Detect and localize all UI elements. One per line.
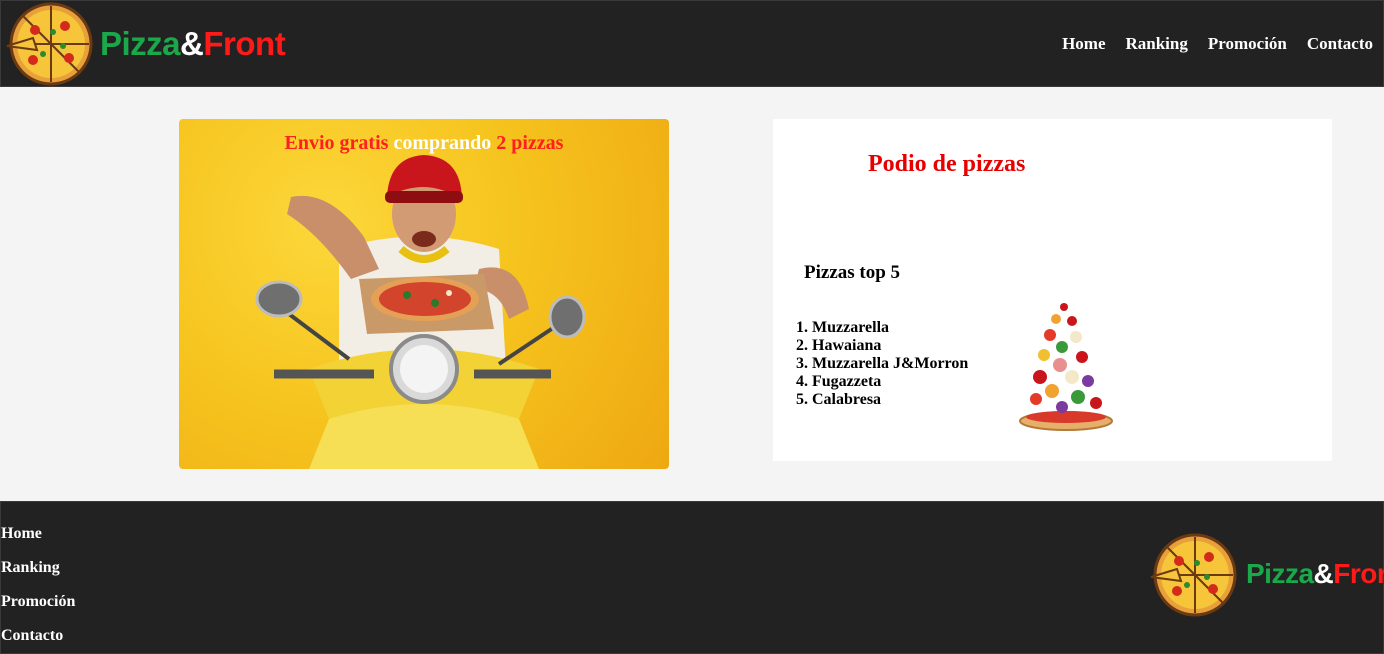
promo-title-part3: 2 pizzas [496, 132, 564, 154]
nav-promocion[interactable]: Promoción [1208, 34, 1287, 54]
logo-text-pizza: Pizza [1246, 558, 1314, 589]
pizza-logo-icon [6, 2, 93, 86]
site-footer: Home Ranking Promoción Contacto Pizza&Fr… [0, 501, 1384, 654]
logo-text-front: Front [1333, 558, 1384, 589]
logo-text: Pizza&Front [100, 25, 286, 63]
list-item: 2. Hawaiana [796, 337, 882, 354]
site-header: Pizza&Front Home Ranking Promoción Conta… [0, 0, 1384, 87]
pizza-ingredients-icon [1019, 303, 1113, 431]
logo-text: Pizza&Front [1246, 558, 1384, 590]
main-nav: Home Ranking Promoción Contacto [1062, 34, 1373, 54]
promo-card: Envio gratis comprando 2 pizzas [179, 119, 669, 469]
nav-ranking[interactable]: Ranking [1126, 34, 1188, 54]
footer-nav: Home Ranking Promoción Contacto [1, 517, 75, 653]
top5-list: 1. Muzzarella 2. Hawaiana 3. Muzzarella … [796, 319, 968, 409]
list-item: 4. Fugazzeta [796, 373, 882, 390]
list-item: 3. Muzzarella J&Morron [796, 355, 969, 372]
podium-title: Podio de pizzas [868, 151, 1026, 177]
promo-title: Envio gratis comprando 2 pizzas [217, 132, 631, 155]
logo-text-front: Front [203, 25, 286, 62]
podium-card: Podio de pizzas Pizzas top 5 1. Muzzarel… [773, 119, 1332, 461]
top5-heading: Pizzas top 5 [804, 262, 901, 283]
logo-text-amp: & [1313, 558, 1334, 589]
footer-link-contacto[interactable]: Contacto [1, 619, 75, 653]
logo-text-pizza: Pizza [100, 25, 181, 62]
logo-text-amp: & [180, 25, 204, 62]
list-item: 1. Muzzarella [796, 319, 890, 336]
nav-home[interactable]: Home [1062, 34, 1105, 54]
footer-logo[interactable]: Pizza&Front [1145, 532, 1384, 618]
header-logo[interactable]: Pizza&Front [1, 1, 286, 87]
promo-title-part2: comprando [393, 132, 492, 154]
delivery-scooter-pizza-icon [255, 155, 586, 469]
footer-link-home[interactable]: Home [1, 517, 75, 551]
footer-link-promocion[interactable]: Promoción [1, 585, 75, 619]
nav-contacto[interactable]: Contacto [1307, 34, 1373, 54]
list-item: 5. Calabresa [796, 391, 882, 408]
promo-title-part1: Envio gratis [284, 132, 389, 154]
pizza-logo-icon [1150, 533, 1237, 617]
footer-link-ranking[interactable]: Ranking [1, 551, 75, 585]
